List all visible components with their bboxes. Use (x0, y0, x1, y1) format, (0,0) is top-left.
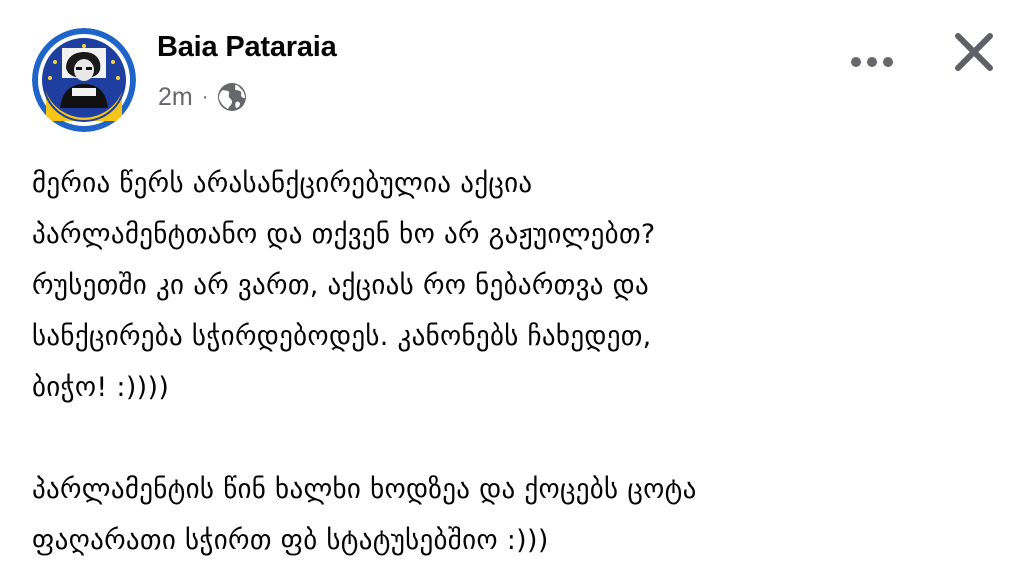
timestamp[interactable]: 2m (158, 83, 193, 112)
facebook-post: Baia Pataraia 2m · მერია წერს არასანქცირ… (0, 0, 1024, 571)
more-options-icon (851, 57, 893, 67)
more-options-button[interactable] (848, 42, 896, 82)
post-header: Baia Pataraia 2m · (32, 28, 996, 138)
meta-separator: · (201, 85, 209, 108)
post-paragraph: პარლამენტის წინ ხალხი ხოდზეა და ქოცებს ც… (32, 474, 697, 556)
globe-icon[interactable] (216, 81, 248, 113)
avatar-image (32, 28, 136, 132)
post-body: მერია წერს არასანქცირებულია აქცია პარლამ… (32, 158, 992, 566)
post-paragraph: მერია წერს არასანქცირებულია აქცია პარლამ… (32, 168, 656, 403)
close-icon (955, 33, 993, 71)
author-name[interactable]: Baia Pataraia (157, 31, 337, 64)
avatar[interactable] (32, 28, 136, 132)
post-meta: 2m · (158, 80, 248, 114)
close-button[interactable] (952, 30, 996, 74)
